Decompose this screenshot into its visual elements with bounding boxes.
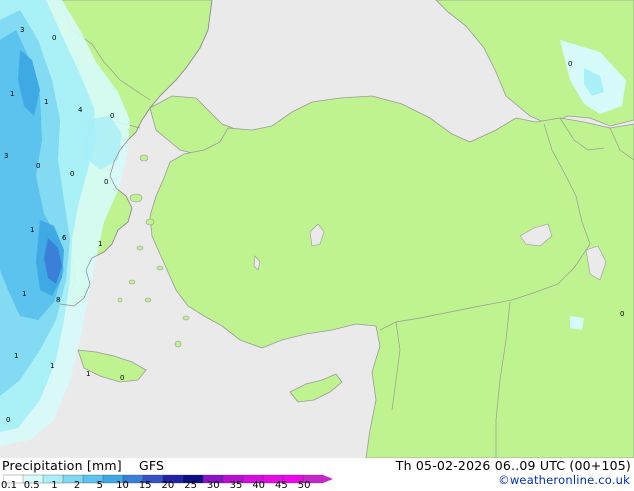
scale-tick-label: 15 xyxy=(138,480,152,491)
scale-arrow xyxy=(323,475,333,483)
precip-label: 1 xyxy=(10,90,14,98)
precip-label: 8 xyxy=(56,296,60,304)
precip-label: 1 xyxy=(98,240,102,248)
credit-link[interactable]: ©weatheronline.co.uk xyxy=(498,473,630,487)
scale-tick-label: 0.5 xyxy=(23,480,40,491)
precip-label: 3 xyxy=(4,152,8,160)
precip-label: 0 xyxy=(620,310,624,318)
model-name: GFS xyxy=(139,458,165,473)
scale-tick-label: 20 xyxy=(161,480,175,491)
precip-label: 3 xyxy=(20,26,24,34)
precipitation-map: 3 0 1 1 4 0 0 3 0 0 0 1 6 1 1 8 1 1 1 0 … xyxy=(0,0,634,458)
scale-tick-label: 2 xyxy=(73,480,81,491)
precip-label: 0 xyxy=(70,170,74,178)
legend-title: Precipitation [mm] xyxy=(2,458,122,473)
footer-bar: Precipitation [mm] GFS Th 05-02-2026 06.… xyxy=(0,458,634,491)
scale-tick-label: 50 xyxy=(297,480,311,491)
precip-label: 0 xyxy=(110,112,114,120)
precip-label: 1 xyxy=(50,362,54,370)
precip-label: 1 xyxy=(14,352,18,360)
scale-tick-label: 35 xyxy=(229,480,243,491)
scale-tick-label: 10 xyxy=(116,480,129,491)
precip-label: 4 xyxy=(78,106,83,114)
valid-time: Th 05-02-2026 06..09 UTC (00+105) xyxy=(395,458,631,473)
precip-label: 1 xyxy=(86,370,90,378)
precip-label: 0 xyxy=(568,60,572,68)
scale-tick-label: 30 xyxy=(206,480,220,491)
precip-label: 1 xyxy=(44,98,48,106)
precip-label: 0 xyxy=(52,34,56,42)
precip-label: 1 xyxy=(30,226,34,234)
scale-tick-label: 5 xyxy=(96,480,103,491)
precip-label: 1 xyxy=(22,290,26,298)
precip-label: 0 xyxy=(120,374,124,382)
scale-tick-label: 0.1 xyxy=(1,480,17,491)
scale-tick-label: 1 xyxy=(51,480,58,491)
precip-label: 6 xyxy=(62,234,67,242)
scale-tick-label: 25 xyxy=(184,480,197,491)
precip-label: 0 xyxy=(36,162,40,170)
precip-label: 0 xyxy=(104,178,108,186)
scale-tick-label: 40 xyxy=(252,480,266,491)
precip-label: 0 xyxy=(6,416,10,424)
precip-se-spot xyxy=(570,316,584,330)
scale-tick-label: 45 xyxy=(275,480,288,491)
